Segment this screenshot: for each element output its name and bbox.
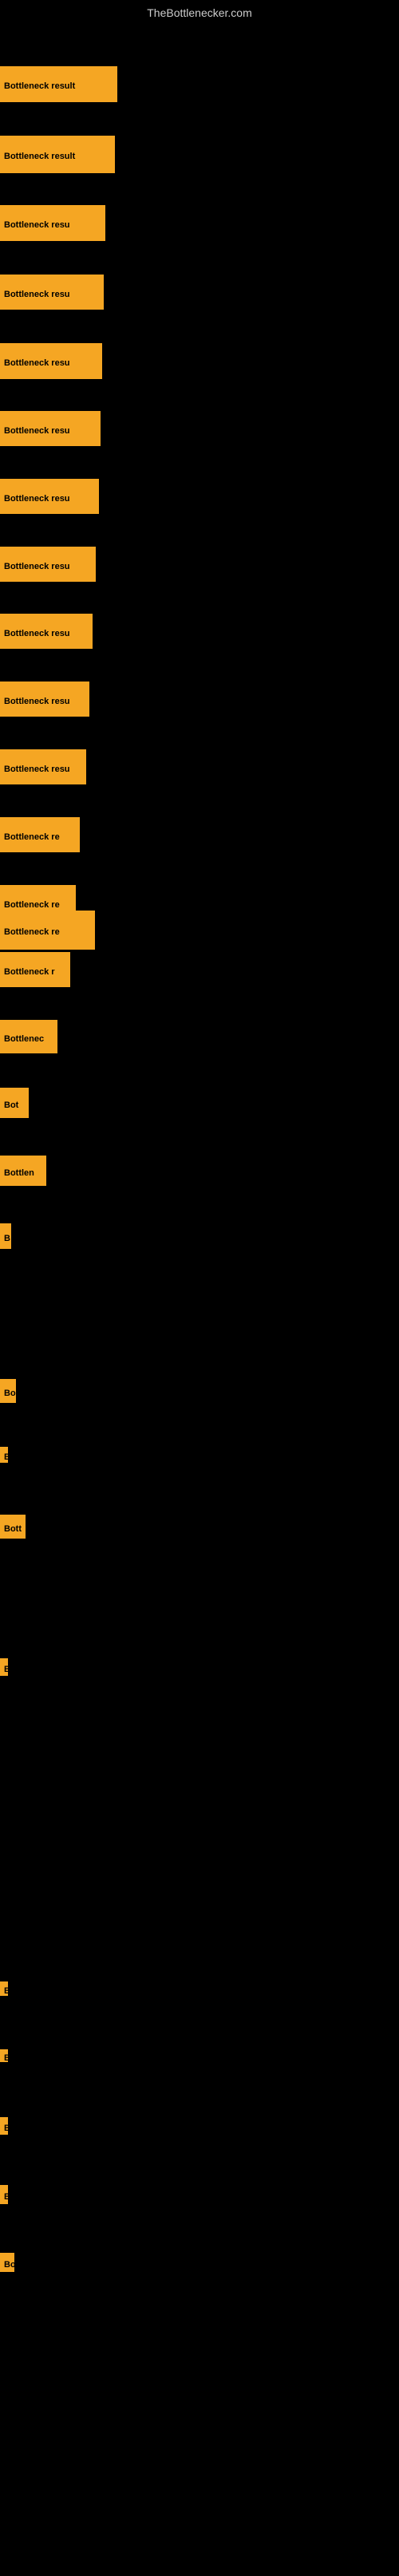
bottleneck-label: Bottleneck resu xyxy=(0,682,89,717)
bottleneck-label: Bottleneck result xyxy=(0,136,115,173)
bottleneck-label: Bottleneck resu xyxy=(0,411,101,446)
bottleneck-label: Bottlenec xyxy=(0,1020,57,1053)
bottleneck-label: Bottleneck resu xyxy=(0,749,86,784)
bottleneck-item: B xyxy=(0,2185,8,2204)
bottleneck-label: Bottleneck resu xyxy=(0,547,96,582)
bottleneck-label: B xyxy=(0,1658,8,1676)
bottleneck-item: Bottleneck resu xyxy=(0,479,99,514)
bottleneck-item: Bottleneck resu xyxy=(0,275,104,310)
bottleneck-item: Bottleneck resu xyxy=(0,205,105,241)
bottleneck-label: B xyxy=(0,1981,8,1996)
bottleneck-label: Bottleneck resu xyxy=(0,343,102,379)
bottleneck-item: B xyxy=(0,2117,8,2135)
bottleneck-item: Bott xyxy=(0,1515,26,1539)
bottleneck-label: Bottlen xyxy=(0,1156,46,1186)
bottleneck-item: B xyxy=(0,1981,8,1996)
bottleneck-label: Bottleneck resu xyxy=(0,205,105,241)
bottleneck-item: Bottleneck resu xyxy=(0,547,96,582)
bottleneck-item: B xyxy=(0,2049,8,2062)
bottleneck-label: B xyxy=(0,1447,8,1463)
bottleneck-label: Bottleneck re xyxy=(0,817,80,852)
bottleneck-item: B xyxy=(0,1658,8,1676)
bottleneck-label: Bottleneck re xyxy=(0,911,95,950)
bottleneck-item: Bottleneck resu xyxy=(0,343,102,379)
bottleneck-item: B xyxy=(0,1223,11,1249)
bottleneck-label: B xyxy=(0,2049,8,2062)
bottleneck-item: Bottleneck result xyxy=(0,136,115,173)
bottleneck-item: Bottleneck result xyxy=(0,66,117,102)
bottleneck-label: Bo xyxy=(0,2253,14,2272)
bottleneck-label: B xyxy=(0,2117,8,2135)
bottleneck-item: Bottleneck resu xyxy=(0,614,93,649)
bottleneck-label: Bottleneck resu xyxy=(0,275,104,310)
bottleneck-item: Bot xyxy=(0,1088,29,1118)
bottleneck-label: Bott xyxy=(0,1515,26,1539)
bottleneck-item: Bottleneck resu xyxy=(0,411,101,446)
bottleneck-item: Bottleneck re xyxy=(0,911,95,950)
bottleneck-item: Bo xyxy=(0,1379,16,1403)
bottleneck-label: Bottleneck resu xyxy=(0,614,93,649)
bottleneck-label: Bottleneck result xyxy=(0,66,117,102)
bottleneck-label: B xyxy=(0,2185,8,2204)
bottleneck-label: B xyxy=(0,1223,11,1249)
site-title: TheBottlenecker.com xyxy=(0,0,399,22)
bottleneck-label: Bottleneck resu xyxy=(0,479,99,514)
bottleneck-label: Bottleneck r xyxy=(0,952,70,987)
bottleneck-item: Bottlen xyxy=(0,1156,46,1186)
bottleneck-label: Bot xyxy=(0,1088,29,1118)
bottleneck-label: Bo xyxy=(0,1379,16,1403)
bottleneck-item: Bo xyxy=(0,2253,14,2272)
bottleneck-item: Bottlenec xyxy=(0,1020,57,1053)
bottleneck-item: Bottleneck re xyxy=(0,817,80,852)
bottleneck-item: Bottleneck resu xyxy=(0,682,89,717)
bottleneck-item: Bottleneck r xyxy=(0,952,70,987)
bottleneck-item: Bottleneck resu xyxy=(0,749,86,784)
bottleneck-item: B xyxy=(0,1447,8,1463)
